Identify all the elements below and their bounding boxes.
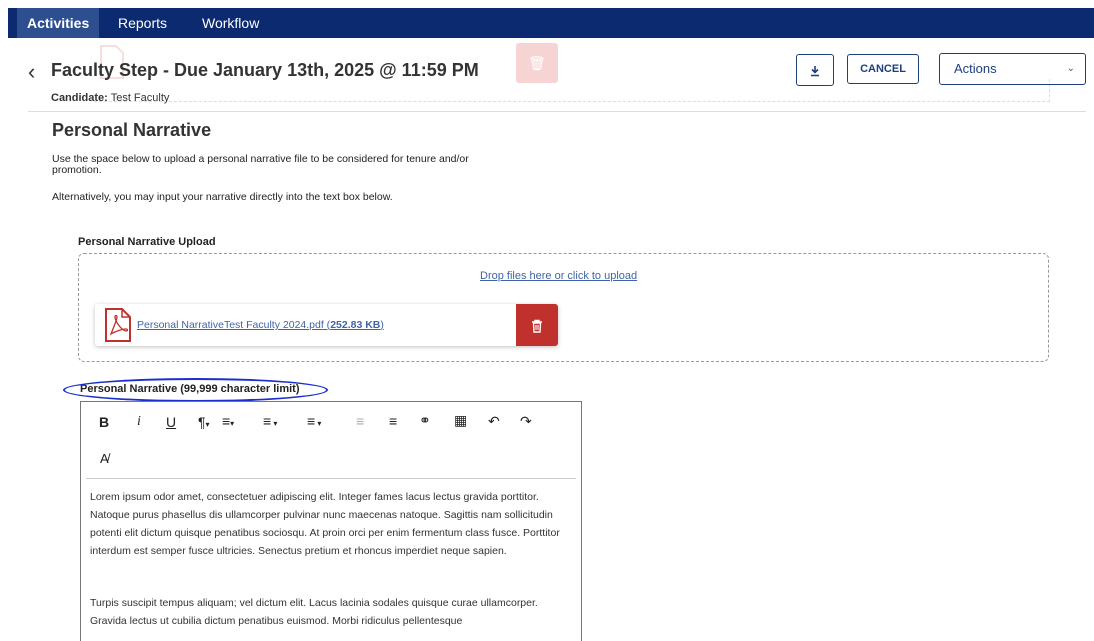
- candidate-line: Candidate: Test Faculty: [51, 92, 169, 104]
- candidate-label: Candidate:: [51, 92, 108, 104]
- editor-paragraph-1[interactable]: Lorem ipsum odor amet, consectetuer adip…: [90, 488, 560, 560]
- trash-icon: [532, 320, 542, 333]
- undo-icon[interactable]: ↶: [488, 413, 500, 430]
- alternative-text: Alternatively, you may input your narrat…: [52, 191, 393, 203]
- annotation-oval: [63, 378, 328, 402]
- table-icon[interactable]: ▦: [454, 412, 467, 429]
- header-divider: [28, 111, 1086, 112]
- chevron-down-icon: ⌄: [1066, 63, 1075, 74]
- tab-reports[interactable]: Reports: [118, 8, 167, 38]
- back-chevron-icon[interactable]: ‹: [28, 59, 35, 85]
- actions-label: Actions: [954, 61, 997, 76]
- bold-icon[interactable]: B: [99, 414, 109, 430]
- pdf-file-icon: [105, 308, 131, 342]
- numbered-list-icon[interactable]: ≡ ▾: [263, 413, 277, 429]
- candidate-value: Test Faculty: [110, 92, 170, 104]
- clear-format-icon[interactable]: A̸: [100, 451, 109, 466]
- uploaded-file-link[interactable]: Personal NarrativeTest Faculty 2024.pdf …: [137, 319, 384, 331]
- tab-activities[interactable]: Activities: [17, 8, 100, 38]
- download-button[interactable]: [796, 54, 834, 86]
- underline-icon[interactable]: U: [166, 414, 176, 430]
- link-icon[interactable]: ⚭: [419, 412, 431, 429]
- redo-icon[interactable]: ↷: [520, 413, 532, 430]
- page-title: Faculty Step - Due January 13th, 2025 @ …: [51, 60, 479, 80]
- outdent-icon[interactable]: ≡: [356, 413, 364, 429]
- file-size: 252.83 KB: [330, 319, 381, 331]
- align-icon[interactable]: ≡▾: [222, 413, 234, 429]
- section-title: Personal Narrative: [52, 120, 212, 140]
- drop-files-link[interactable]: Drop files here or click to upload: [480, 270, 637, 282]
- upload-label: Personal Narrative Upload: [78, 236, 216, 248]
- italic-icon[interactable]: i: [137, 414, 141, 430]
- actions-dropdown[interactable]: Actions ⌄: [939, 53, 1086, 85]
- tab-workflow[interactable]: Workflow: [202, 8, 259, 38]
- download-icon: [811, 65, 819, 76]
- ghost-trash-icon: 🗑: [516, 43, 558, 83]
- paragraph-icon[interactable]: ¶▾: [198, 414, 210, 430]
- top-nav: Activities Reports Workflow: [8, 8, 1094, 38]
- editor-paragraph-2[interactable]: Turpis suscipit tempus aliquam; vel dict…: [90, 594, 560, 630]
- indent-icon[interactable]: ≡: [389, 413, 397, 429]
- bullet-list-icon[interactable]: ≡ ▾: [307, 413, 321, 429]
- toolbar-divider: [86, 478, 576, 479]
- file-name: Personal NarrativeTest Faculty 2024.pdf: [137, 319, 324, 331]
- delete-file-button[interactable]: [516, 304, 558, 346]
- cancel-button[interactable]: CANCEL: [847, 54, 919, 84]
- instructions-text: Use the space below to upload a personal…: [52, 153, 469, 176]
